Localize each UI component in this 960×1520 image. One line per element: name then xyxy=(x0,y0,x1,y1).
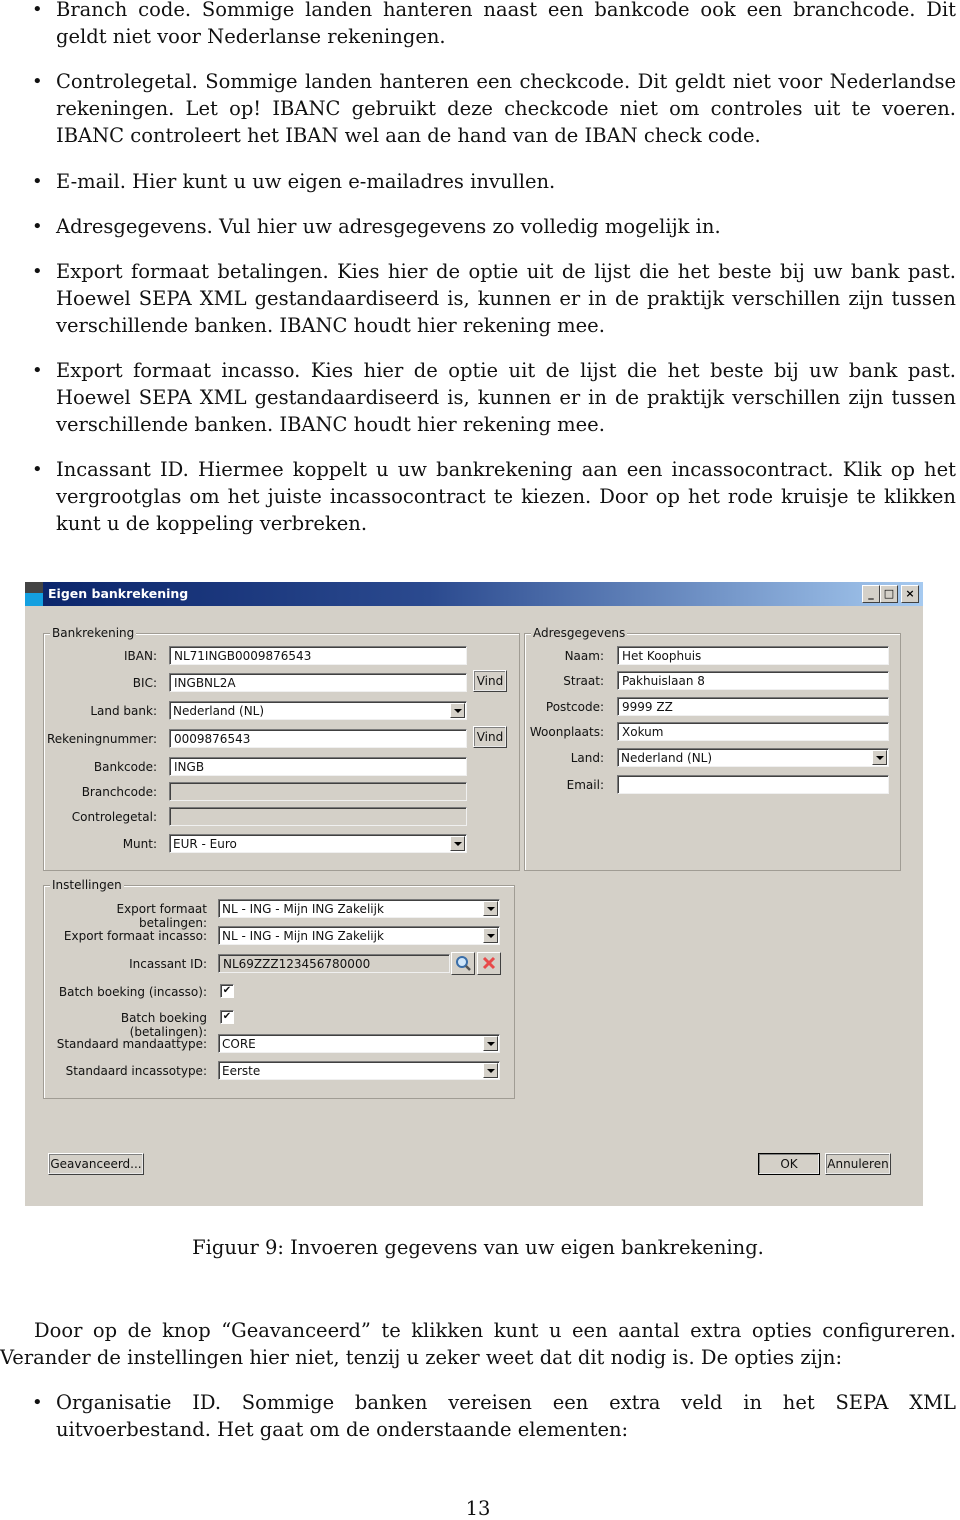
woonplaats-label: Woonplaats: xyxy=(529,725,604,739)
batch-incasso-checkbox[interactable]: ✔ xyxy=(220,984,234,998)
mandaattype-value: CORE xyxy=(222,1037,256,1051)
export-betalingen-label: Export formaat betalingen: xyxy=(116,902,208,930)
export-incasso-value: NL - ING - Mijn ING Zakelijk xyxy=(222,929,384,943)
incassant-input[interactable]: NL69ZZZ123456780000 xyxy=(218,954,450,973)
ok-button[interactable]: OK xyxy=(758,1153,820,1175)
chevron-down-icon[interactable] xyxy=(450,836,465,851)
bic-input[interactable]: INGBNL2A xyxy=(169,673,467,692)
bullet-organisatie-id: Organisatie ID. Sommige banken vereisen … xyxy=(32,1389,956,1443)
find-account-button[interactable]: Vind xyxy=(473,726,507,748)
chevron-down-icon[interactable] xyxy=(483,1036,498,1051)
branchcode-input[interactable] xyxy=(169,782,467,801)
woonplaats-input[interactable]: Xokum xyxy=(617,722,889,741)
landbank-select[interactable]: Nederland (NL) xyxy=(169,701,467,720)
controlegetal-input[interactable] xyxy=(169,807,467,826)
group-label: Bankrekening xyxy=(50,626,137,640)
iban-label: IBAN: xyxy=(124,649,157,663)
export-betalingen-select[interactable]: NL - ING - Mijn ING Zakelijk xyxy=(218,899,500,918)
incassotype-value: Eerste xyxy=(222,1064,261,1078)
mandaattype-label: Standaard mandaattype: xyxy=(56,1037,207,1051)
unlink-contract-button[interactable] xyxy=(477,952,501,975)
close-button[interactable]: × xyxy=(901,585,919,603)
munt-value: EUR - Euro xyxy=(173,837,237,851)
bullet-export-incasso: Export formaat incasso. Kies hier de opt… xyxy=(32,357,956,438)
batch-incasso-label: Batch boeking (incasso): xyxy=(58,985,207,999)
window-title: Eigen bankrekening xyxy=(48,586,189,601)
batch-betalingen-label: Batch boeking (betalingen): xyxy=(120,1011,207,1039)
branchcode-label: Branchcode: xyxy=(81,785,157,799)
incassant-label: Incassant ID: xyxy=(129,957,207,971)
find-bic-button[interactable]: Vind xyxy=(473,670,507,692)
landbank-label: Land bank: xyxy=(90,704,157,718)
body-paragraph: Door op de knop “Geavanceerd” te klikken… xyxy=(0,1319,956,1369)
group-label: Adresgegevens xyxy=(531,626,628,640)
munt-label: Munt: xyxy=(122,837,157,851)
naam-label: Naam: xyxy=(564,649,604,663)
bic-label: BIC: xyxy=(132,676,157,690)
page-number: 13 xyxy=(465,1497,491,1520)
chevron-down-icon[interactable] xyxy=(483,928,498,943)
group-label: Instellingen xyxy=(50,878,124,892)
checkmark-icon: ✔ xyxy=(222,985,232,996)
postcode-input[interactable]: 9999 ZZ xyxy=(617,697,889,716)
bank-account-dialog: Eigen bankrekening _ □ × Bankrekening IB… xyxy=(25,582,923,1206)
incassotype-label: Standaard incassotype: xyxy=(65,1064,207,1078)
export-incasso-label: Export formaat incasso: xyxy=(63,929,207,943)
maximize-button[interactable]: □ xyxy=(880,585,898,603)
batch-betalingen-checkbox[interactable]: ✔ xyxy=(220,1010,234,1024)
straat-input[interactable]: Pakhuislaan 8 xyxy=(617,671,889,690)
incassotype-select[interactable]: Eerste xyxy=(218,1061,500,1080)
land-value: Nederland (NL) xyxy=(621,751,713,765)
bullet-adresgegevens: Adresgegevens. Vul hier uw adresgegevens… xyxy=(32,213,956,240)
bankcode-label: Bankcode: xyxy=(93,760,157,774)
postcode-label: Postcode: xyxy=(545,700,604,714)
naam-input[interactable]: Het Koophuis xyxy=(617,646,889,665)
controlegetal-label: Controlegetal: xyxy=(71,810,157,824)
bullet-email: E-mail. Hier kunt u uw eigen e-mailadres… xyxy=(32,168,956,195)
bullet-controlegetal: Controlegetal. Sommige landen hanteren e… xyxy=(32,68,956,149)
export-betalingen-value: NL - ING - Mijn ING Zakelijk xyxy=(222,902,384,916)
iban-input[interactable]: NL71INGB0009876543 xyxy=(169,646,467,665)
chevron-down-icon[interactable] xyxy=(483,1063,498,1078)
chevron-down-icon[interactable] xyxy=(450,703,465,718)
landbank-value: Nederland (NL) xyxy=(173,704,265,718)
rekeningnummer-input[interactable]: 0009876543 xyxy=(169,729,467,748)
magnifier-icon xyxy=(456,956,471,971)
advanced-button[interactable]: Geavanceerd... xyxy=(48,1153,144,1175)
minimize-button[interactable]: _ xyxy=(862,585,880,603)
chevron-down-icon[interactable] xyxy=(483,901,498,916)
figure-caption: Figuur 9: Invoeren gegevens van uw eigen… xyxy=(192,1236,764,1259)
app-icon xyxy=(25,582,43,606)
checkmark-icon: ✔ xyxy=(222,1011,232,1022)
red-cross-icon xyxy=(482,956,496,970)
search-contract-button[interactable] xyxy=(451,952,475,975)
munt-select[interactable]: EUR - Euro xyxy=(169,834,467,853)
export-incasso-select[interactable]: NL - ING - Mijn ING Zakelijk xyxy=(218,926,500,945)
cancel-button[interactable]: Annuleren xyxy=(825,1153,891,1175)
title-bar[interactable]: Eigen bankrekening _ □ × xyxy=(25,582,923,606)
rekeningnummer-label: Rekeningnummer: xyxy=(47,732,157,746)
straat-label: Straat: xyxy=(563,674,604,688)
land-label: Land: xyxy=(570,751,604,765)
email-label: Email: xyxy=(566,778,604,792)
mandaattype-select[interactable]: CORE xyxy=(218,1034,500,1053)
land-select[interactable]: Nederland (NL) xyxy=(617,748,889,767)
chevron-down-icon[interactable] xyxy=(872,750,887,765)
bullet-branch-code: Branch code. Sommige landen hanteren naa… xyxy=(32,0,956,50)
bankcode-input[interactable]: INGB xyxy=(169,757,467,776)
bullet-export-betalingen: Export formaat betalingen. Kies hier de … xyxy=(32,258,956,339)
email-input[interactable] xyxy=(617,775,889,794)
bullet-incassant-id: Incassant ID. Hiermee koppelt u uw bankr… xyxy=(32,456,956,537)
